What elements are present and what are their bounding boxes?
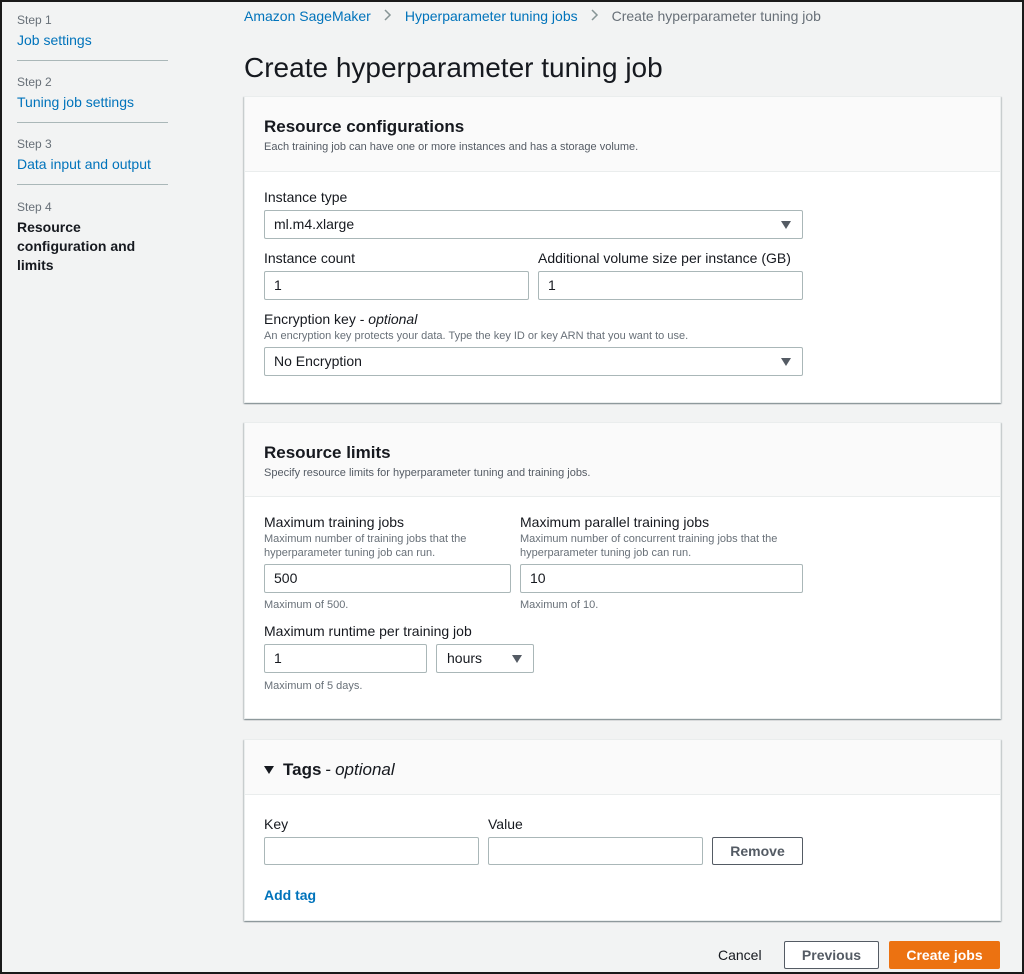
encryption-key-label: Encryption key - optional <box>264 311 418 327</box>
tag-value-label: Value <box>488 816 523 832</box>
max-training-jobs-hint: Maximum number of training jobs that the… <box>264 533 467 559</box>
create-jobs-button[interactable]: Create jobs <box>889 941 1000 969</box>
max-training-jobs-constraint: Maximum of 500. <box>264 599 349 611</box>
tags-expand-toggle[interactable]: Tags - optional <box>264 759 395 781</box>
tags-panel-header[interactable]: Tags - optional <box>245 740 1000 795</box>
max-parallel-jobs-hint: Maximum number of concurrent training jo… <box>520 533 778 559</box>
max-runtime-unit-select[interactable]: hours <box>436 644 534 673</box>
caret-down-icon <box>781 221 791 229</box>
step-link-job-settings[interactable]: Job settings <box>17 31 168 50</box>
max-runtime-constraint: Maximum of 5 days. <box>264 680 363 692</box>
encryption-key-select[interactable]: No Encryption <box>264 347 803 376</box>
step-number: Step 4 <box>17 200 52 214</box>
volume-size-label: Additional volume size per instance (GB) <box>538 250 791 266</box>
tag-key-label: Key <box>264 816 289 832</box>
triangle-down-icon <box>264 766 274 774</box>
tag-value-input[interactable] <box>488 837 703 865</box>
panel-description: Each training job can have one or more i… <box>264 141 639 153</box>
resource-configurations-panel: Resource configurations Each training jo… <box>244 96 1001 403</box>
wizard-steps-sidebar: Step 1 Job settings Step 2 Tuning job se… <box>17 0 168 275</box>
max-training-jobs-input[interactable]: 500 <box>264 564 511 593</box>
caret-down-icon <box>512 655 522 663</box>
tags-title: Tags <box>283 760 322 779</box>
page-title: Create hyperparameter tuning job <box>244 52 663 83</box>
max-runtime-input[interactable]: 1 <box>264 644 427 673</box>
breadcrumb-current: Create hyperparameter tuning job <box>611 8 821 24</box>
instance-type-select[interactable]: ml.m4.xlarge <box>264 210 803 239</box>
tag-key-input[interactable] <box>264 837 479 865</box>
chevron-right-icon <box>588 8 602 24</box>
instance-count-input[interactable]: 1 <box>264 271 529 300</box>
wizard-step-2[interactable]: Step 2 Tuning job settings <box>17 61 168 123</box>
panel-header: Resource limits Specify resource limits … <box>245 423 1000 497</box>
chevron-right-icon <box>381 8 395 24</box>
max-parallel-jobs-input[interactable]: 10 <box>520 564 803 593</box>
step-link-tuning-job-settings[interactable]: Tuning job settings <box>17 93 168 112</box>
step-link-data-input-output[interactable]: Data input and output <box>17 155 168 174</box>
breadcrumb-link-tuning-jobs[interactable]: Hyperparameter tuning jobs <box>405 8 578 24</box>
step-number: Step 1 <box>17 13 52 27</box>
max-parallel-jobs-constraint: Maximum of 10. <box>520 599 599 611</box>
encryption-key-value: No Encryption <box>274 353 362 369</box>
wizard-step-4: Step 4 Resource configuration and limits <box>17 185 168 275</box>
cancel-button[interactable]: Cancel <box>718 946 762 964</box>
instance-count-label: Instance count <box>264 250 356 266</box>
tags-title-separator: - <box>325 760 332 779</box>
volume-size-input[interactable]: 1 <box>538 271 803 300</box>
remove-tag-button[interactable]: Remove <box>712 837 803 865</box>
wizard-step-3[interactable]: Step 3 Data input and output <box>17 123 168 185</box>
caret-down-icon <box>781 358 791 366</box>
max-runtime-unit-value: hours <box>447 650 483 666</box>
max-runtime-label: Maximum runtime per training job <box>264 623 472 639</box>
instance-type-label: Instance type <box>264 189 348 205</box>
resource-limits-panel: Resource limits Specify resource limits … <box>244 422 1001 719</box>
breadcrumb-link-sagemaker[interactable]: Amazon SageMaker <box>244 8 371 24</box>
max-training-jobs-label: Maximum training jobs <box>264 514 405 530</box>
panel-title: Resource configurations <box>264 117 465 136</box>
add-tag-link[interactable]: Add tag <box>264 886 316 904</box>
step-number: Step 3 <box>17 137 52 151</box>
optional-tag: optional <box>335 760 395 779</box>
tags-panel: Tags - optional Key Value Remove Add tag <box>244 739 1001 921</box>
optional-tag: optional <box>368 311 418 327</box>
step-number: Step 2 <box>17 75 52 89</box>
panel-header: Resource configurations Each training jo… <box>245 97 1000 172</box>
max-parallel-jobs-label: Maximum parallel training jobs <box>520 514 710 530</box>
panel-description: Specify resource limits for hyperparamet… <box>264 467 591 479</box>
breadcrumb: Amazon SageMaker Hyperparameter tuning j… <box>244 7 821 25</box>
instance-type-value: ml.m4.xlarge <box>274 216 355 232</box>
step-current-resource-config: Resource configuration and limits <box>17 219 136 273</box>
encryption-key-hint: An encryption key protects your data. Ty… <box>264 330 689 342</box>
encryption-key-label-text: Encryption key <box>264 311 356 327</box>
previous-button[interactable]: Previous <box>784 941 879 969</box>
panel-title: Resource limits <box>264 443 391 462</box>
wizard-step-1[interactable]: Step 1 Job settings <box>17 0 168 61</box>
